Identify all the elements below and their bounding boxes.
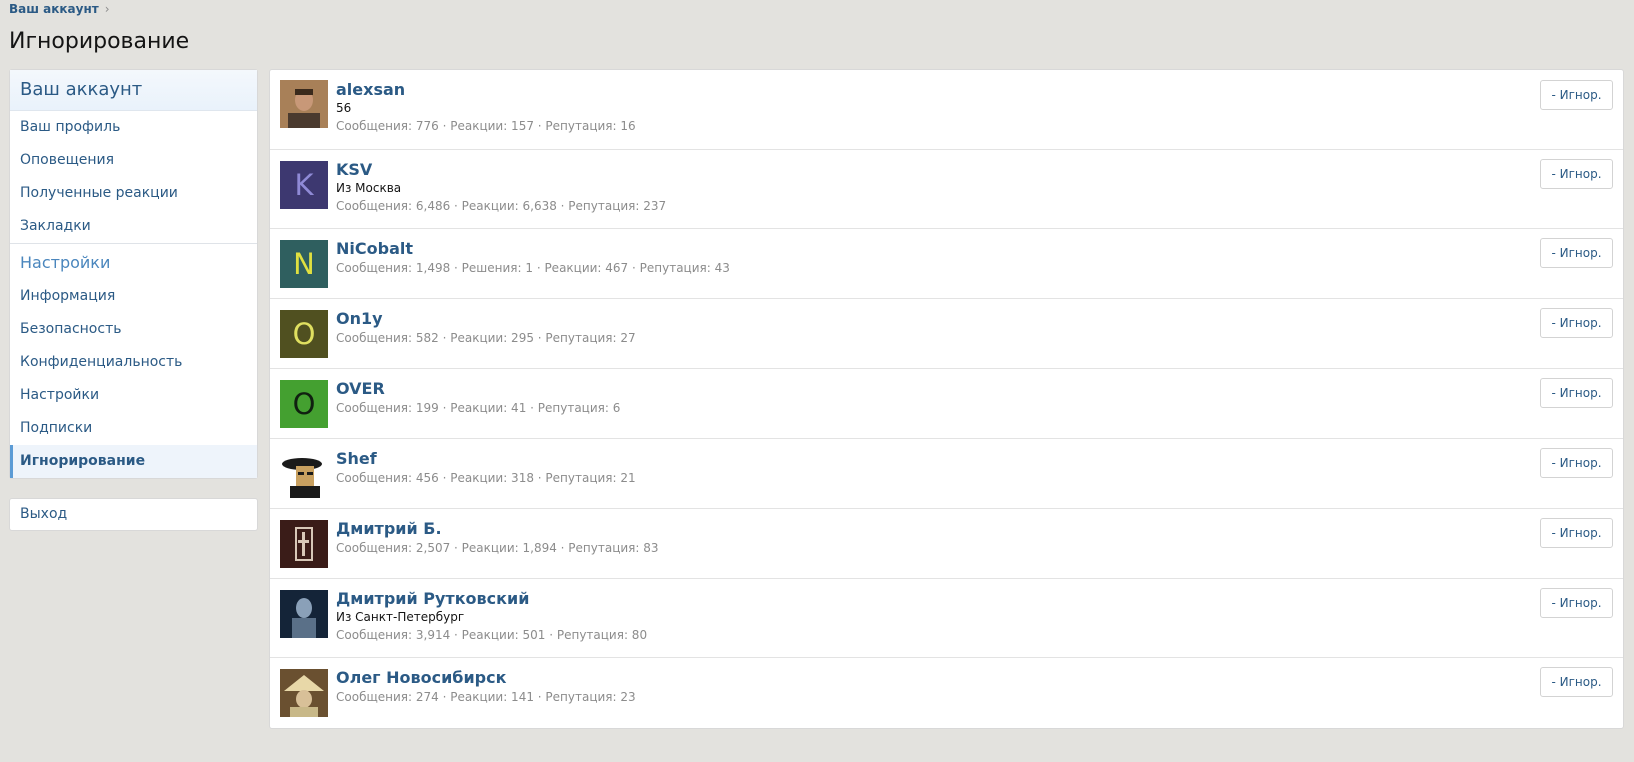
user-stats: Сообщения: 2,507 · Реакции: 1,894 · Репу… [336, 541, 659, 555]
sidebar-item-reactions[interactable]: Полученные реакции [10, 177, 257, 210]
unignore-button[interactable]: - Игнор. [1540, 518, 1613, 548]
username-link[interactable]: Shef [336, 449, 636, 469]
user-stats: Сообщения: 274 · Реакции: 141 · Репутаци… [336, 690, 636, 704]
username-link[interactable]: Олег Новосибирск [336, 668, 636, 688]
sidebar-item-bookmarks[interactable]: Закладки [10, 210, 257, 243]
user-avatar[interactable] [280, 590, 328, 638]
sidebar-item-profile[interactable]: Ваш профиль [10, 111, 257, 144]
user-avatar[interactable] [280, 669, 328, 717]
username-link[interactable]: NiCobalt [336, 239, 730, 259]
user-avatar[interactable]: O [280, 310, 328, 358]
user-stats: Сообщения: 1,498 · Решения: 1 · Реакции:… [336, 261, 730, 275]
sidebar-item-privacy[interactable]: Конфиденциальность [10, 346, 257, 379]
user-avatar[interactable]: O [280, 380, 328, 428]
user-stats: Сообщения: 6,486 · Реакции: 6,638 · Репу… [336, 199, 667, 213]
unignore-button[interactable]: - Игнор. [1540, 667, 1613, 697]
breadcrumb: Ваш аккаунт › [9, 2, 110, 16]
sidebar-item-ignoring[interactable]: Игнорирование [10, 445, 257, 478]
list-item: O OVER Сообщения: 199 · Реакции: 41 · Ре… [270, 369, 1623, 439]
user-avatar[interactable]: K [280, 161, 328, 209]
breadcrumb-link-account[interactable]: Ваш аккаунт [9, 2, 99, 16]
list-item: Дмитрий Рутковский Из Санкт-Петербург Со… [270, 579, 1623, 658]
user-stats: Сообщения: 3,914 · Реакции: 501 · Репута… [336, 628, 648, 642]
unignore-button[interactable]: - Игнор. [1540, 80, 1613, 110]
unignore-button[interactable]: - Игнор. [1540, 588, 1613, 618]
username-link[interactable]: alexsan [336, 80, 636, 100]
user-photo-icon [280, 80, 328, 128]
user-title: Из Москва [336, 181, 402, 195]
sidebar-item-following[interactable]: Подписки [10, 412, 257, 445]
user-stats: Сообщения: 199 · Реакции: 41 · Репутация… [336, 401, 621, 415]
sidebar-heading-settings: Настройки [10, 243, 257, 280]
list-item: Shef Сообщения: 456 · Реакции: 318 · Реп… [270, 439, 1623, 509]
user-stats: Сообщения: 776 · Реакции: 157 · Репутаци… [336, 119, 636, 133]
list-item: Олег Новосибирск Сообщения: 274 · Реакци… [270, 658, 1623, 728]
username-link[interactable]: On1y [336, 309, 636, 329]
unignore-button[interactable]: - Игнор. [1540, 159, 1613, 189]
page-title: Игнорирование [9, 29, 190, 54]
sidebar-item-alerts[interactable]: Оповещения [10, 144, 257, 177]
list-item: alexsan 56 Сообщения: 776 · Реакции: 157… [270, 70, 1623, 150]
chevron-right-icon: › [104, 2, 110, 16]
user-photo-icon [280, 520, 328, 568]
user-title: 56 [336, 101, 352, 115]
username-link[interactable]: KSV [336, 160, 666, 180]
list-item: K KSV Из Москва Сообщения: 6,486 · Реакц… [270, 150, 1623, 229]
user-avatar[interactable]: N [280, 240, 328, 288]
user-photo-icon [280, 590, 328, 638]
user-title: Из Санкт-Петербург [336, 610, 465, 624]
list-item: N NiCobalt Сообщения: 1,498 · Решения: 1… [270, 229, 1623, 299]
sidebar-item-security[interactable]: Безопасность [10, 313, 257, 346]
user-avatar[interactable] [280, 520, 328, 568]
username-link[interactable]: Дмитрий Б. [336, 519, 659, 539]
account-sidebar: Ваш аккаунт Ваш профиль Оповещения Получ… [9, 69, 258, 479]
ignored-users-list: alexsan 56 Сообщения: 776 · Реакции: 157… [269, 69, 1624, 729]
username-link[interactable]: OVER [336, 379, 620, 399]
username-link[interactable]: Дмитрий Рутковский [336, 589, 647, 609]
unignore-button[interactable]: - Игнор. [1540, 448, 1613, 478]
user-stats: Сообщения: 456 · Реакции: 318 · Репутаци… [336, 471, 636, 485]
sidebar-heading-account: Ваш аккаунт [10, 70, 257, 111]
sidebar-item-info[interactable]: Информация [10, 280, 257, 313]
list-item: O On1y Сообщения: 582 · Реакции: 295 · Р… [270, 299, 1623, 369]
user-avatar[interactable] [280, 80, 328, 128]
list-item: Дмитрий Б. Сообщения: 2,507 · Реакции: 1… [270, 509, 1623, 579]
unignore-button[interactable]: - Игнор. [1540, 378, 1613, 408]
logout-link[interactable]: Выход [10, 499, 257, 530]
sidebar-item-preferences[interactable]: Настройки [10, 379, 257, 412]
user-photo-icon [280, 669, 328, 717]
user-stats: Сообщения: 582 · Реакции: 295 · Репутаци… [336, 331, 636, 345]
user-photo-icon [280, 450, 328, 498]
unignore-button[interactable]: - Игнор. [1540, 238, 1613, 268]
unignore-button[interactable]: - Игнор. [1540, 308, 1613, 338]
logout-block: Выход [9, 498, 258, 531]
user-avatar[interactable] [280, 450, 328, 498]
